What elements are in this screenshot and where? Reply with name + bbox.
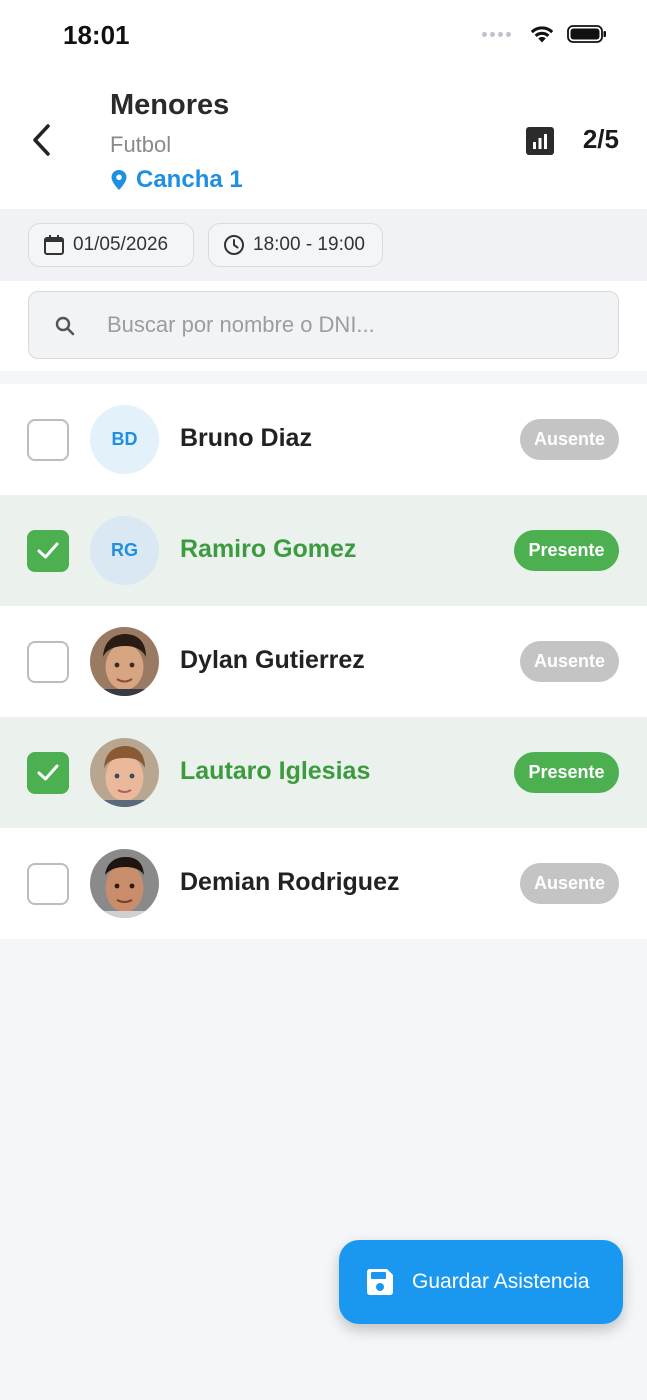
student-row[interactable]: Demian Rodriguez Ausente bbox=[0, 828, 647, 939]
attendance-count: 2/5 bbox=[582, 124, 619, 154]
student-row[interactable]: RG Ramiro Gomez Presente bbox=[0, 495, 647, 606]
calendar-icon bbox=[44, 235, 64, 255]
wifi-icon bbox=[530, 26, 554, 43]
save-button-label: Guardar Asistencia bbox=[412, 1270, 590, 1293]
search-box[interactable] bbox=[28, 291, 619, 359]
clock-icon bbox=[224, 235, 244, 255]
location-label: Cancha 1 bbox=[110, 166, 243, 194]
status-badge: Ausente bbox=[520, 863, 619, 904]
back-button[interactable] bbox=[26, 120, 60, 160]
avatar-initials: BD bbox=[111, 429, 138, 449]
floppy-disk-icon bbox=[367, 1269, 393, 1295]
location-pin-icon bbox=[111, 170, 127, 190]
student-list: BD Bruno Diaz Ausente RG Ramiro Gomez Pr… bbox=[0, 384, 647, 939]
status-badge: Ausente bbox=[520, 641, 619, 682]
cellular-signal-icon bbox=[482, 31, 511, 37]
avatar bbox=[90, 738, 159, 807]
search-input[interactable] bbox=[107, 292, 607, 358]
attendance-checkbox[interactable] bbox=[27, 530, 69, 572]
student-name: Lautaro Iglesias bbox=[180, 757, 371, 785]
status-badge: Ausente bbox=[520, 419, 619, 460]
filter-bar: 01/05/2026 18:00 - 19:00 bbox=[0, 209, 647, 281]
page-subtitle: Futbol bbox=[110, 132, 172, 157]
profile-photo bbox=[90, 627, 159, 696]
profile-photo bbox=[90, 738, 159, 807]
date-value: 01/05/2026 bbox=[73, 234, 169, 255]
student-row[interactable]: Lautaro Iglesias Presente bbox=[0, 717, 647, 828]
student-row[interactable]: BD Bruno Diaz Ausente bbox=[0, 384, 647, 495]
chevron-left-icon bbox=[33, 124, 50, 156]
avatar bbox=[90, 849, 159, 918]
checkmark-icon bbox=[37, 764, 59, 781]
attendance-checkbox[interactable] bbox=[27, 752, 69, 794]
battery-icon bbox=[567, 25, 606, 43]
student-name: Demian Rodriguez bbox=[180, 868, 400, 896]
attendance-checkbox[interactable] bbox=[27, 419, 69, 461]
save-attendance-button[interactable]: Guardar Asistencia bbox=[339, 1240, 623, 1324]
page-title: Menores bbox=[110, 89, 230, 121]
status-icons bbox=[482, 24, 607, 44]
profile-photo bbox=[90, 849, 159, 918]
status-time: 18:01 bbox=[63, 20, 130, 50]
student-name: Dylan Gutierrez bbox=[180, 646, 365, 674]
time-chip[interactable]: 18:00 - 19:00 bbox=[208, 223, 383, 267]
search-section bbox=[0, 281, 647, 371]
avatar: BD bbox=[90, 405, 159, 474]
attendance-checkbox[interactable] bbox=[27, 641, 69, 683]
checkmark-icon bbox=[37, 542, 59, 559]
status-badge: Presente bbox=[514, 530, 619, 571]
student-name: Ramiro Gomez bbox=[180, 535, 357, 563]
header: Menores Futbol Cancha 1 2/5 bbox=[0, 72, 647, 209]
location-text: Cancha 1 bbox=[136, 166, 243, 193]
time-range-value: 18:00 - 19:00 bbox=[253, 234, 365, 255]
bar-chart-icon bbox=[526, 127, 554, 155]
student-name: Bruno Diaz bbox=[180, 424, 312, 452]
status-badge: Presente bbox=[514, 752, 619, 793]
status-bar: 18:01 bbox=[0, 0, 647, 72]
student-row[interactable]: Dylan Gutierrez Ausente bbox=[0, 606, 647, 717]
search-icon bbox=[55, 316, 75, 336]
avatar bbox=[90, 627, 159, 696]
stats-button[interactable] bbox=[526, 127, 554, 155]
date-chip[interactable]: 01/05/2026 bbox=[28, 223, 194, 267]
avatar-initials: RG bbox=[111, 540, 138, 560]
attendance-checkbox[interactable] bbox=[27, 863, 69, 905]
avatar: RG bbox=[90, 516, 159, 585]
